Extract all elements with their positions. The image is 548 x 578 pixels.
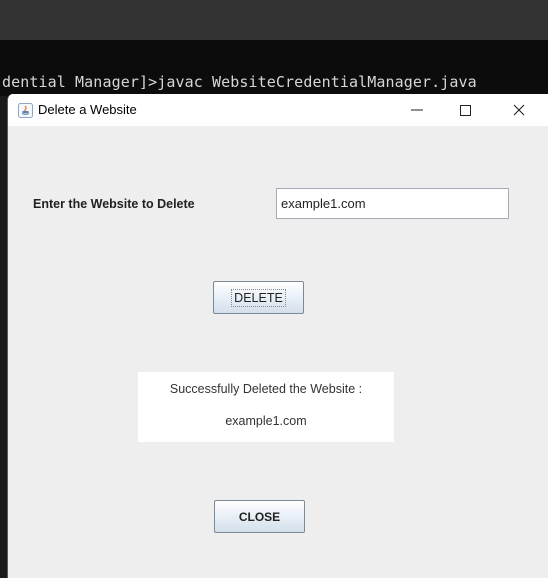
close-icon (513, 104, 525, 116)
website-input[interactable] (276, 188, 509, 219)
website-label: Enter the Website to Delete (33, 197, 195, 211)
result-panel: Successfully Deleted the Website : examp… (138, 372, 394, 442)
terminal-edge (0, 96, 7, 578)
java-icon (18, 103, 33, 118)
delete-button[interactable]: DELETE (213, 281, 304, 314)
delete-button-label: DELETE (231, 288, 286, 307)
window-title: Delete a Website (38, 102, 137, 117)
close-window-button[interactable] (496, 94, 542, 126)
delete-website-dialog: Delete a Website Enter the Website to De… (7, 94, 548, 578)
maximize-button[interactable] (442, 94, 488, 126)
terminal-command-line: dential Manager]>javac WebsiteCredential… (2, 73, 477, 91)
maximize-icon (459, 104, 471, 116)
minimize-button[interactable] (394, 94, 440, 126)
terminal-tab-bar (0, 0, 548, 40)
deleted-website: example1.com (225, 414, 307, 428)
result-message: Successfully Deleted the Website : (169, 382, 363, 396)
close-button-label: CLOSE (238, 509, 281, 524)
close-button[interactable]: CLOSE (214, 500, 305, 533)
minimize-icon (411, 109, 423, 111)
title-bar[interactable]: Delete a Website (8, 94, 548, 126)
